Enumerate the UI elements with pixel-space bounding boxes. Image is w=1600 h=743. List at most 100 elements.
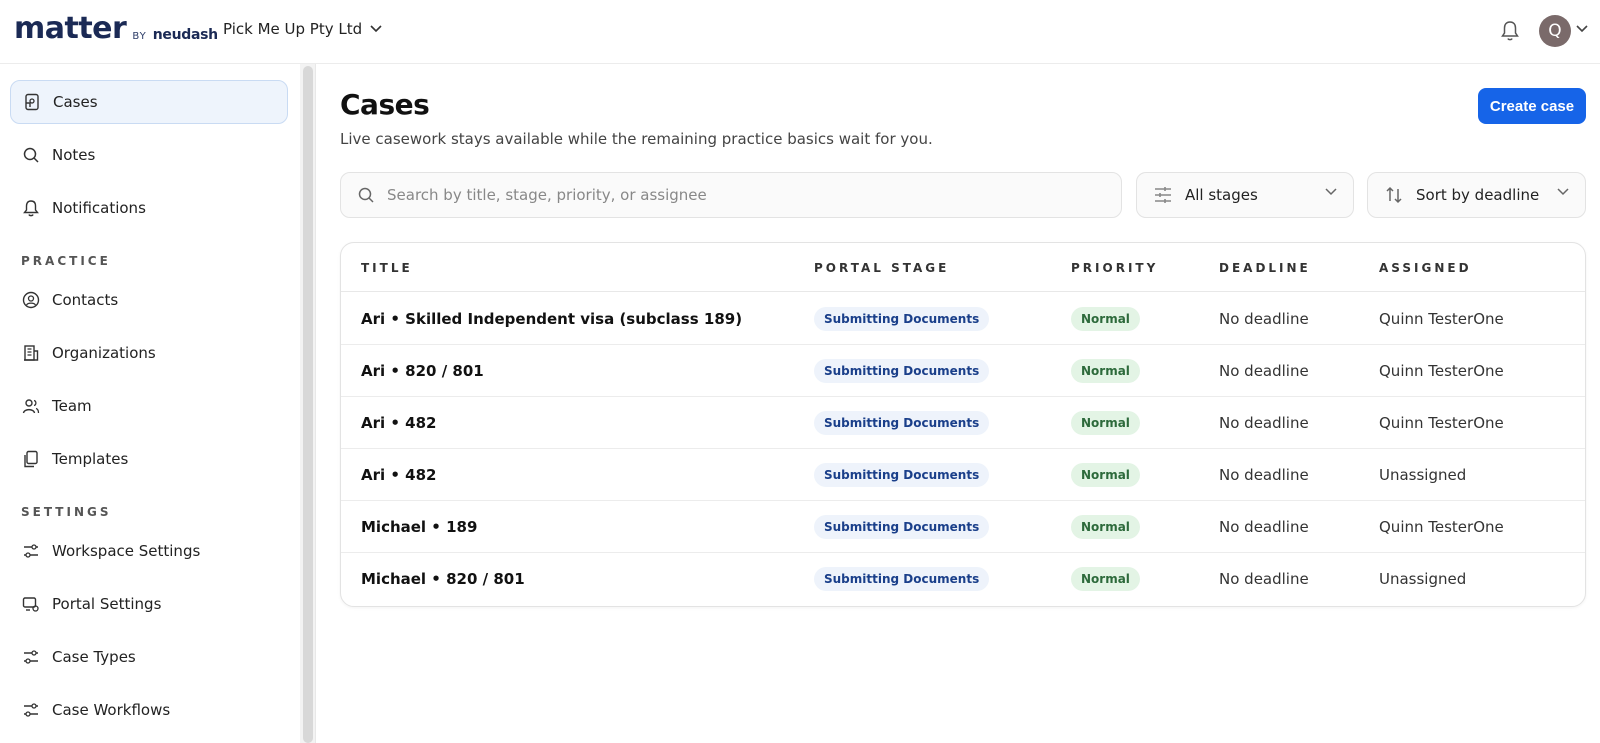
portal-icon xyxy=(22,595,40,613)
sidebar-item-case-types[interactable]: Case Types xyxy=(10,635,288,679)
cell-deadline-text: No deadline xyxy=(1219,465,1309,484)
priority-badge: Normal xyxy=(1071,358,1140,383)
sidebar-item-notifications[interactable]: Notifications xyxy=(10,186,288,230)
sidebar-scroll-thumb[interactable] xyxy=(303,66,313,743)
cell-title-text: Ari • 820 / 801 xyxy=(361,361,484,380)
building-icon xyxy=(22,344,40,362)
sidebar-item-label: Cases xyxy=(53,93,98,111)
sidebar-item-contacts[interactable]: Contacts xyxy=(10,278,288,322)
team-icon xyxy=(22,397,40,415)
chevron-down-icon xyxy=(370,25,382,33)
cell-assigned: Unassigned xyxy=(1379,552,1466,605)
sidebar-item-workspace-settings[interactable]: Workspace Settings xyxy=(10,529,288,573)
stage-filter-value: All stages xyxy=(1185,186,1258,204)
chevron-down-icon xyxy=(1557,188,1569,196)
cell-deadline: No deadline xyxy=(1219,500,1309,553)
priority-badge: Normal xyxy=(1071,514,1140,539)
search-input[interactable] xyxy=(387,186,1087,204)
bell-icon[interactable] xyxy=(1500,20,1520,42)
top-bar: matter BY neudash Pick Me Up Pty Ltd Q xyxy=(0,0,1600,64)
sliders-icon xyxy=(22,648,40,666)
column-header-title[interactable]: TITLE xyxy=(361,261,413,275)
stage-badge: Submitting Documents xyxy=(814,410,990,435)
cell-assigned: Quinn TesterOne xyxy=(1379,500,1504,553)
search-icon xyxy=(22,146,40,164)
sidebar-item-organizations[interactable]: Organizations xyxy=(10,331,288,375)
priority-badge: Normal xyxy=(1071,306,1140,331)
avatar[interactable]: Q xyxy=(1539,15,1571,47)
cell-deadline: No deadline xyxy=(1219,292,1309,345)
page-subtitle: Live casework stays available while the … xyxy=(340,130,933,148)
table-header: TITLE PORTAL STAGE PRIORITY DEADLINE ASS… xyxy=(341,243,1585,292)
cell-stage: Submitting Documents xyxy=(814,448,990,501)
avatar-initial: Q xyxy=(1548,21,1562,41)
cases-table: TITLE PORTAL STAGE PRIORITY DEADLINE ASS… xyxy=(340,242,1586,607)
stage-badge: Submitting Documents xyxy=(814,306,990,331)
brand-logo[interactable]: matter BY neudash xyxy=(14,14,218,44)
filter-sliders-icon xyxy=(1153,185,1173,205)
search-box[interactable] xyxy=(340,172,1122,218)
cell-title-text: Ari • 482 xyxy=(361,413,437,432)
sidebar-item-templates[interactable]: Templates xyxy=(10,437,288,481)
priority-badge: Normal xyxy=(1071,462,1140,487)
cell-deadline-text: No deadline xyxy=(1219,517,1309,536)
stage-badge: Submitting Documents xyxy=(814,462,990,487)
chevron-down-icon[interactable] xyxy=(1576,25,1588,33)
priority-badge: Normal xyxy=(1071,566,1140,591)
sliders-icon xyxy=(22,542,40,560)
cell-deadline: No deadline xyxy=(1219,448,1309,501)
priority-badge: Normal xyxy=(1071,410,1140,435)
sidebar-item-notes[interactable]: Notes xyxy=(10,133,288,177)
sliders-icon xyxy=(22,701,40,719)
cell-title: Ari • 482 xyxy=(361,448,437,501)
sidebar-item-label: Case Types xyxy=(52,648,136,666)
sidebar-item-label: Templates xyxy=(52,450,129,468)
sidebar-item-label: Contacts xyxy=(52,291,119,309)
column-header-deadline[interactable]: DEADLINE xyxy=(1219,261,1311,275)
sidebar-item-cases[interactable]: Cases xyxy=(10,80,288,124)
table-row[interactable]: Ari • 820 / 801 Submitting Documents Norma… xyxy=(341,344,1585,397)
cell-deadline-text: No deadline xyxy=(1219,361,1309,380)
cell-deadline-text: No deadline xyxy=(1219,569,1309,588)
sort-select[interactable]: Sort by deadline xyxy=(1367,172,1586,218)
table-row[interactable]: Michael • 189 Submitting Documents Normal N… xyxy=(341,500,1585,553)
sidebar-item-label: Notes xyxy=(52,146,96,164)
cell-deadline-text: No deadline xyxy=(1219,413,1309,432)
cell-priority: Normal xyxy=(1071,344,1140,397)
cell-title: Michael • 820 / 801 xyxy=(361,552,525,605)
table-row[interactable]: Ari • Skilled Independent visa (subclass… xyxy=(341,292,1585,345)
bell-icon xyxy=(22,199,40,217)
table-row[interactable]: Ari • 482 Submitting Documents Normal No de… xyxy=(341,396,1585,449)
sidebar-item-team[interactable]: Team xyxy=(10,384,288,428)
cell-assigned-text: Quinn TesterOne xyxy=(1379,413,1504,432)
cell-stage: Submitting Documents xyxy=(814,292,990,345)
stage-filter-select[interactable]: All stages xyxy=(1136,172,1354,218)
sidebar-item-portal-settings[interactable]: Portal Settings xyxy=(10,582,288,626)
sidebar-item-case-workflows[interactable]: Case Workflows xyxy=(10,688,288,732)
sidebar: Cases Notes Notifications PRACTICE Conta… xyxy=(0,64,300,743)
cell-title-text: Michael • 189 xyxy=(361,517,478,536)
sort-icon xyxy=(1384,185,1404,205)
create-case-button[interactable]: Create case xyxy=(1478,88,1586,124)
org-switcher[interactable]: Pick Me Up Pty Ltd xyxy=(223,20,382,38)
cell-title-text: Ari • Skilled Independent visa (subclass… xyxy=(361,309,743,328)
table-row[interactable]: Ari • 482 Submitting Documents Normal No de… xyxy=(341,448,1585,501)
cell-priority: Normal xyxy=(1071,448,1140,501)
column-header-priority[interactable]: PRIORITY xyxy=(1071,261,1158,275)
cell-assigned: Quinn TesterOne xyxy=(1379,396,1504,449)
cell-title: Ari • Skilled Independent visa (subclass… xyxy=(361,292,742,345)
table-row[interactable]: Michael • 820 / 801 Submitting Documents N… xyxy=(341,552,1585,605)
sidebar-item-label: Organizations xyxy=(52,344,156,362)
column-header-portal-stage[interactable]: PORTAL STAGE xyxy=(814,261,949,275)
cell-assigned: Quinn TesterOne xyxy=(1379,344,1504,397)
cell-deadline: No deadline xyxy=(1219,552,1309,605)
cell-assigned: Quinn TesterOne xyxy=(1379,292,1504,345)
stage-badge: Submitting Documents xyxy=(814,514,990,539)
cell-deadline: No deadline xyxy=(1219,396,1309,449)
cell-title-text: Michael • 820 / 801 xyxy=(361,569,525,588)
sidebar-item-label: Case Workflows xyxy=(52,701,171,719)
brand-name: matter xyxy=(14,11,127,46)
templates-icon xyxy=(22,450,40,468)
contact-icon xyxy=(22,291,40,309)
column-header-assigned[interactable]: ASSIGNED xyxy=(1379,261,1472,275)
